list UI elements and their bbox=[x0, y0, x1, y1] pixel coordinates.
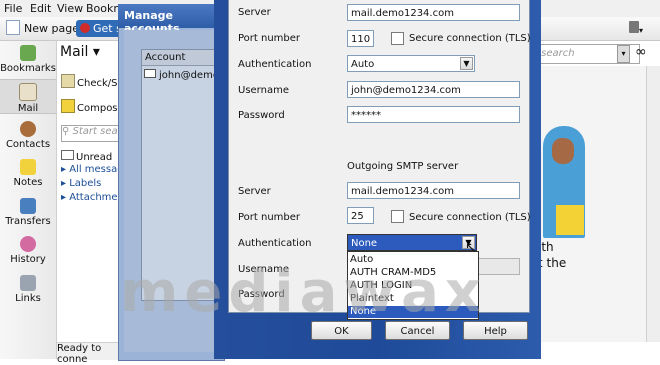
outgoing-tls-label: Secure connection (TLS) bbox=[409, 212, 531, 223]
incoming-password-field[interactable]: ****** bbox=[347, 106, 520, 123]
envelope-icon bbox=[144, 69, 156, 78]
cursor-icon: ↖ bbox=[465, 240, 477, 256]
content-snippet: t the bbox=[538, 256, 567, 270]
sidebar-label: Contacts bbox=[5, 139, 51, 150]
contacts-icon bbox=[20, 121, 36, 137]
sidebar-item-transfers[interactable]: Transfers bbox=[0, 198, 56, 227]
outgoing-auth-label: Authentication bbox=[238, 238, 312, 249]
incoming-username-label: Username bbox=[238, 85, 289, 96]
outgoing-port-field[interactable]: 25 bbox=[347, 207, 374, 224]
sidebar-label: Transfers bbox=[5, 216, 51, 227]
sidebar-item-bookmarks[interactable]: Bookmarks bbox=[0, 45, 56, 74]
check-icon bbox=[61, 74, 75, 88]
outgoing-password-label: Password bbox=[238, 289, 285, 300]
photo-person bbox=[552, 138, 574, 164]
help-button[interactable]: Help bbox=[463, 321, 528, 340]
compose-icon bbox=[61, 99, 75, 113]
page-icon bbox=[6, 20, 20, 35]
mail-title[interactable]: Mail ▾ bbox=[60, 44, 100, 60]
ok-button[interactable]: OK bbox=[311, 321, 372, 340]
outgoing-username-label: Username bbox=[238, 264, 289, 275]
incoming-auth-select[interactable]: Auto ▼ bbox=[347, 55, 475, 72]
incoming-username-field[interactable]: john@demo1234.com bbox=[347, 81, 520, 98]
bookmarks-icon bbox=[20, 45, 36, 61]
opera-icon bbox=[80, 23, 90, 33]
auth-option[interactable]: Auto bbox=[348, 254, 478, 266]
outgoing-auth-value: None bbox=[351, 238, 378, 249]
search-dropdown-icon[interactable]: ▾ bbox=[617, 45, 630, 63]
incoming-auth-value: Auto bbox=[351, 59, 375, 70]
scrollbar[interactable] bbox=[646, 66, 660, 342]
mail-pane: Mail ▾ Check/Se Compose ⚲ Start sea Unre… bbox=[57, 41, 129, 359]
search-icon: ⚲ bbox=[62, 126, 70, 137]
auth-option[interactable]: Plaintext bbox=[348, 293, 478, 305]
menu-view[interactable]: View bbox=[57, 2, 83, 15]
menu-file[interactable]: File bbox=[4, 2, 22, 15]
sidebar-label: History bbox=[10, 254, 46, 265]
outgoing-tls-checkbox[interactable] bbox=[391, 210, 404, 223]
status-bar: Ready to conne bbox=[57, 342, 127, 365]
photo-shirt bbox=[556, 205, 584, 235]
account-list[interactable] bbox=[141, 49, 220, 301]
sidebar-item-mail[interactable]: Mail bbox=[0, 79, 56, 114]
sidebar-item-links[interactable]: Links bbox=[0, 275, 56, 304]
outgoing-server-field[interactable]: mail.demo1234.com bbox=[347, 182, 520, 199]
incoming-port-label: Port number bbox=[238, 33, 301, 44]
status-text: Ready to conne bbox=[57, 343, 102, 365]
transfers-icon bbox=[20, 198, 36, 214]
envelope-icon bbox=[61, 150, 74, 160]
manage-accounts-titlebar: Manage accounts bbox=[118, 4, 223, 35]
sidebar-item-history[interactable]: History bbox=[0, 236, 56, 265]
outgoing-port-label: Port number bbox=[238, 212, 301, 223]
binoculars-icon[interactable]: ∞ bbox=[635, 44, 647, 60]
incoming-port-field[interactable]: 110 bbox=[347, 30, 374, 47]
new-page-button[interactable]: New page bbox=[6, 20, 79, 37]
outgoing-username-field[interactable] bbox=[478, 258, 520, 275]
account-column-header[interactable]: Account bbox=[142, 50, 217, 66]
outgoing-auth-select[interactable]: None ▼ bbox=[347, 234, 477, 251]
new-page-label: New page bbox=[24, 22, 79, 35]
sidebar-label: Bookmarks bbox=[0, 63, 56, 74]
sidebar-label: Mail bbox=[17, 103, 39, 114]
chevron-down-icon[interactable]: ▼ bbox=[460, 57, 473, 70]
auth-option-selected[interactable]: None bbox=[348, 306, 478, 318]
auth-option[interactable]: AUTH CRAM-MD5 bbox=[348, 267, 478, 279]
menu-edit[interactable]: Edit bbox=[30, 2, 51, 15]
cancel-button[interactable]: Cancel bbox=[385, 321, 450, 340]
auth-options-list: Auto AUTH CRAM-MD5 AUTH LOGIN Plaintext … bbox=[347, 251, 479, 320]
sidebar-item-notes[interactable]: Notes bbox=[0, 159, 56, 188]
sidebar-item-contacts[interactable]: Contacts bbox=[0, 121, 56, 150]
history-icon bbox=[20, 236, 36, 252]
incoming-password-label: Password bbox=[238, 110, 285, 121]
sidebar-label: Links bbox=[15, 293, 41, 304]
sidebar-rail: Bookmarks Mail Contacts Notes Transfers … bbox=[0, 41, 57, 359]
trash-icon[interactable]: ▾ bbox=[629, 21, 643, 38]
sidebar-label: Notes bbox=[13, 177, 43, 188]
outgoing-section-label: Outgoing SMTP server bbox=[347, 161, 459, 172]
incoming-server-field[interactable]: mail.demo1234.com bbox=[347, 4, 520, 21]
notes-icon bbox=[20, 159, 36, 175]
incoming-tls-label: Secure connection (TLS) bbox=[409, 33, 531, 44]
outgoing-server-label: Server bbox=[238, 186, 271, 197]
incoming-auth-label: Authentication bbox=[238, 59, 312, 70]
links-icon bbox=[20, 275, 36, 291]
auth-option[interactable]: AUTH LOGIN bbox=[348, 280, 478, 292]
mail-icon bbox=[19, 83, 37, 101]
incoming-server-label: Server bbox=[238, 7, 271, 18]
incoming-tls-checkbox[interactable] bbox=[391, 32, 404, 45]
